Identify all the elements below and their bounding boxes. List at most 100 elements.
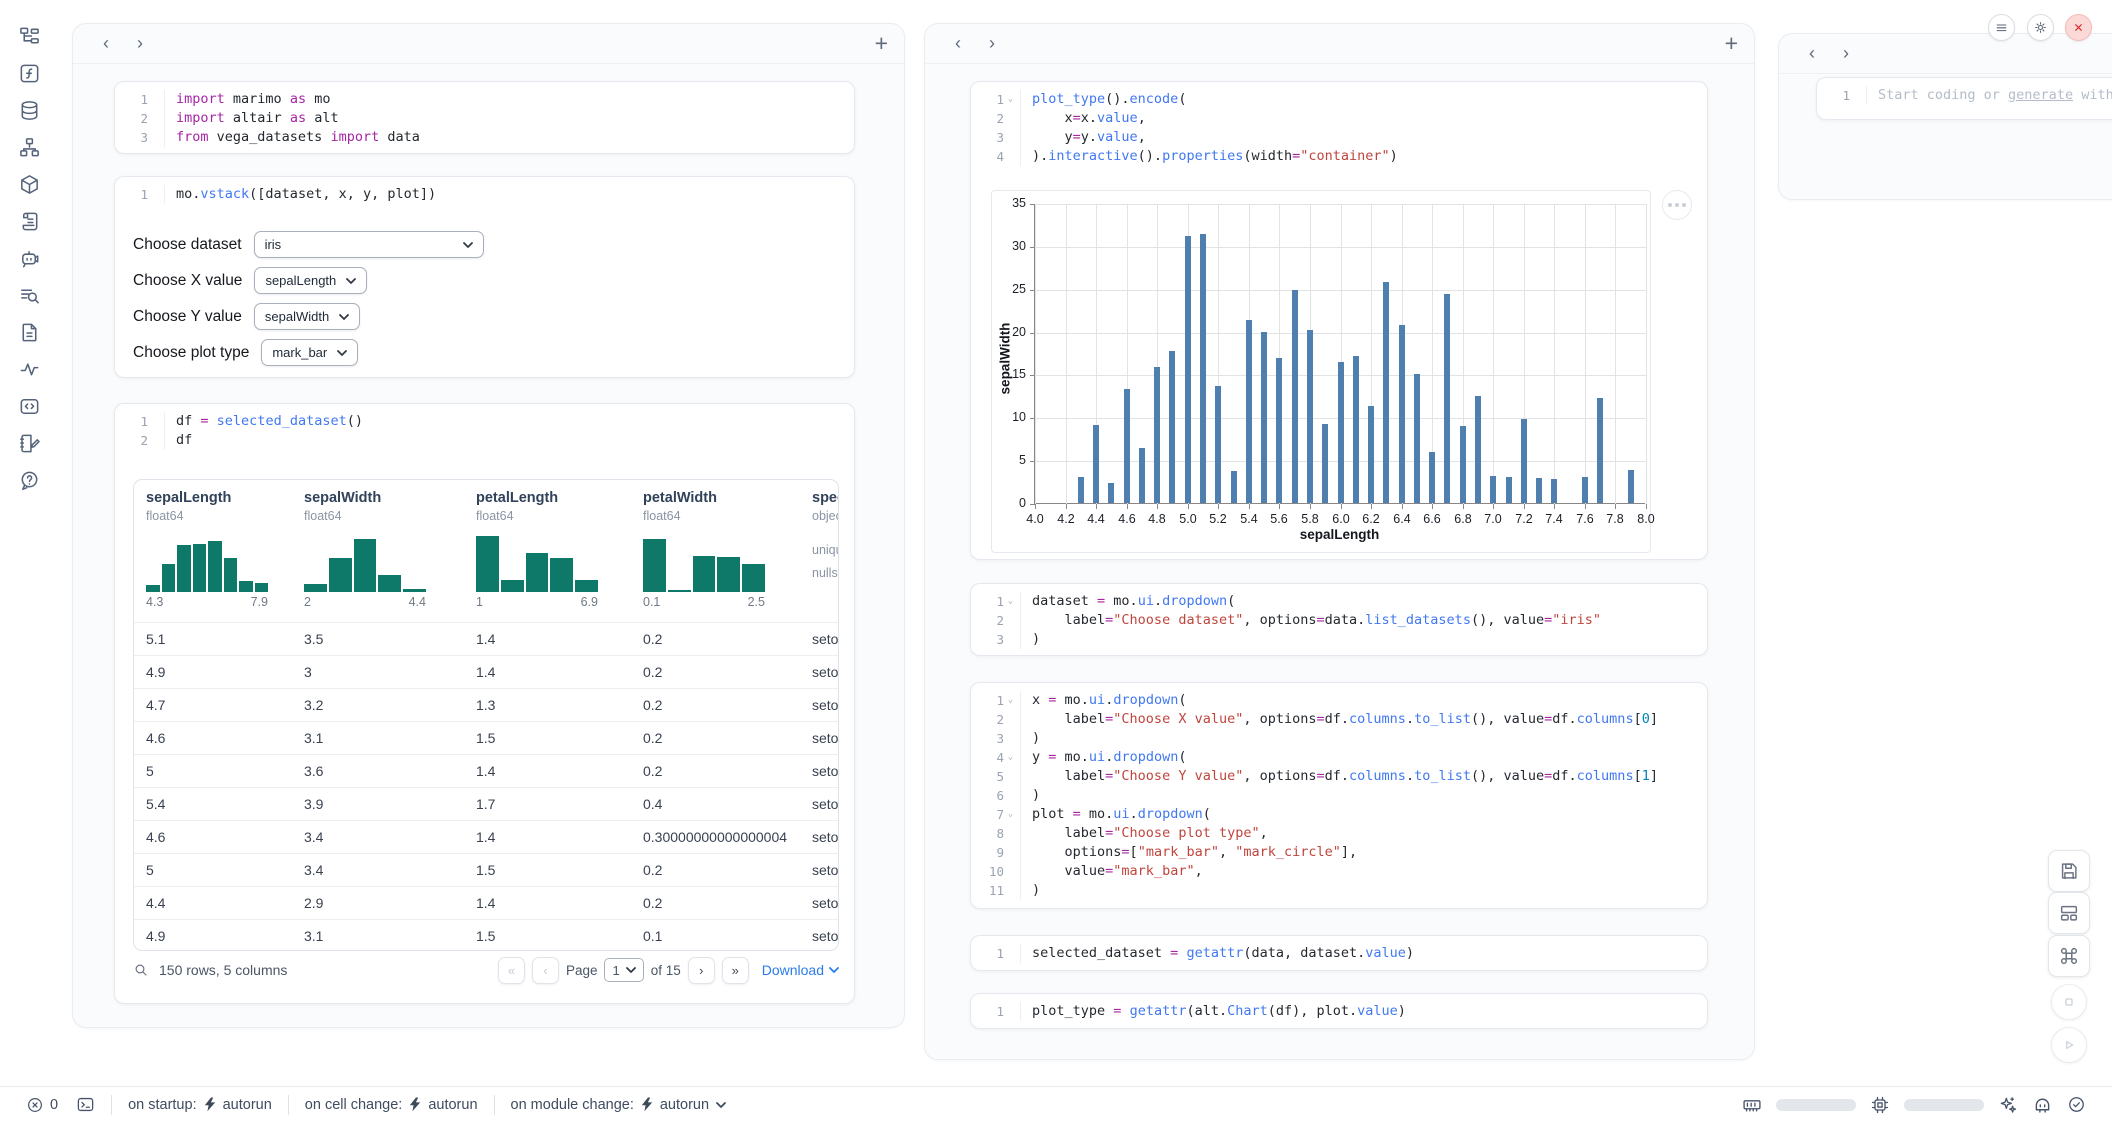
save-button[interactable] bbox=[2048, 850, 2090, 892]
datasets-database-icon[interactable] bbox=[17, 98, 41, 122]
y-tick-label: 35 bbox=[992, 196, 1026, 210]
column-next-button[interactable]: › bbox=[1829, 40, 1863, 68]
chart-bar bbox=[1460, 426, 1466, 503]
connected-check-icon[interactable] bbox=[2067, 1095, 2086, 1114]
run-mode-1[interactable]: on startup:autorun bbox=[128, 1097, 272, 1113]
help-question-icon[interactable] bbox=[17, 468, 41, 492]
cell-new-empty[interactable]: 1 Start coding or generate with bbox=[1816, 77, 2112, 120]
chart-bar bbox=[1139, 448, 1145, 503]
gutter: 2 bbox=[971, 710, 1021, 729]
chevron-down-icon bbox=[463, 242, 473, 248]
chart-bar bbox=[1521, 419, 1527, 503]
table-cell: 2.9 bbox=[292, 895, 464, 911]
table-row: 5.43.91.70.4setosa bbox=[134, 787, 838, 820]
chevron-down-icon bbox=[339, 314, 349, 320]
chart-actions-button[interactable] bbox=[1662, 190, 1692, 220]
table-cell: 4.6 bbox=[134, 829, 292, 845]
next-page-button[interactable]: › bbox=[688, 957, 715, 984]
chart-bar bbox=[1551, 479, 1557, 503]
runtime-robot-icon[interactable] bbox=[2032, 1094, 2053, 1115]
code-text: ) bbox=[1021, 630, 1040, 649]
altair-bar-chart[interactable]: 4.04.24.44.64.85.05.25.45.65.86.06.26.46… bbox=[991, 190, 1651, 553]
code-line: 8 label="Choose plot type", bbox=[971, 824, 1707, 843]
code-line: 1⌄dataset = mo.ui.dropdown( bbox=[971, 592, 1707, 611]
column-type: float64 bbox=[476, 509, 631, 523]
cell-selected-dataset[interactable]: 1selected_dataset = getattr(data, datase… bbox=[970, 935, 1708, 971]
run-all-button[interactable] bbox=[2051, 1027, 2087, 1063]
shutdown-button[interactable] bbox=[2065, 14, 2092, 41]
chart-x-axis-title: sepalLength bbox=[1034, 527, 1645, 542]
first-page-button[interactable]: « bbox=[498, 957, 525, 984]
choose-dataset-select[interactable]: iris bbox=[254, 231, 484, 258]
column-next-button[interactable]: › bbox=[975, 30, 1009, 58]
code-line: 3 y=y.value, bbox=[971, 128, 1707, 147]
stop-button[interactable] bbox=[2051, 984, 2087, 1020]
cell-vstack[interactable]: 1mo.vstack([dataset, x, y, plot]) Choose… bbox=[114, 176, 855, 378]
shortcuts-button[interactable] bbox=[2048, 935, 2090, 977]
run-mode-2[interactable]: on cell change:autorun bbox=[305, 1097, 478, 1113]
documentation-icon[interactable] bbox=[17, 320, 41, 344]
page-select[interactable]: 1 bbox=[604, 958, 643, 982]
column-prev-button[interactable]: ‹ bbox=[941, 30, 975, 58]
cell-dataframe[interactable]: 1df = selected_dataset()2df sepalLengthf… bbox=[114, 403, 855, 1004]
chart-bar bbox=[1276, 358, 1282, 503]
table-search-icon[interactable] bbox=[133, 962, 149, 978]
errors-indicator[interactable]: 0 bbox=[26, 1096, 58, 1114]
command-icon bbox=[2058, 945, 2080, 967]
x-tick bbox=[1554, 504, 1555, 509]
add-cell-button[interactable]: + bbox=[1725, 32, 1738, 55]
table-cell: 3.4 bbox=[292, 862, 464, 878]
ai-chat-bot-icon[interactable] bbox=[17, 246, 41, 270]
terminal-button[interactable] bbox=[76, 1095, 95, 1114]
add-cell-button[interactable]: + bbox=[875, 32, 888, 55]
column-prev-button[interactable]: ‹ bbox=[1795, 40, 1829, 68]
control-label: Choose X value bbox=[133, 272, 242, 290]
cell-dataset-dropdown[interactable]: 1⌄dataset = mo.ui.dropdown(2 label="Choo… bbox=[970, 583, 1708, 656]
cell-plot-type[interactable]: 1plot_type = getattr(alt.Chart(df), plot… bbox=[970, 993, 1708, 1029]
scratchpad-notebook-icon[interactable] bbox=[17, 431, 41, 455]
line-number: 1 bbox=[984, 1002, 1004, 1021]
code-text: y = mo.ui.dropdown( bbox=[1021, 748, 1187, 767]
prev-page-button[interactable]: ‹ bbox=[532, 957, 559, 984]
ai-sparkles-icon[interactable] bbox=[1998, 1095, 2018, 1115]
y-tick bbox=[1030, 375, 1035, 376]
packages-cube-icon[interactable] bbox=[17, 172, 41, 196]
table-cell: setosa bbox=[800, 862, 838, 878]
table-cell: 0.30000000000000004 bbox=[631, 829, 800, 845]
chart-bar bbox=[1078, 477, 1084, 503]
choose-plot-type-select[interactable]: mark_bar bbox=[261, 339, 358, 366]
line-number: 3 bbox=[984, 729, 1004, 748]
settings-button[interactable] bbox=[2027, 14, 2054, 41]
table-summary: 150 rows, 5 columns bbox=[159, 962, 287, 978]
download-button[interactable]: Download bbox=[762, 962, 839, 978]
selected-value: iris bbox=[265, 237, 282, 252]
line-number: 2 bbox=[128, 431, 148, 450]
functions-icon[interactable] bbox=[17, 61, 41, 85]
chart-bar bbox=[1246, 320, 1252, 503]
file-tree-icon[interactable] bbox=[17, 24, 41, 48]
cell-xy-plot-dropdowns[interactable]: 1⌄x = mo.ui.dropdown(2 label="Choose X v… bbox=[970, 682, 1708, 909]
snippets-code-icon[interactable] bbox=[17, 394, 41, 418]
last-page-button[interactable]: » bbox=[722, 957, 749, 984]
cell-imports[interactable]: 1import marimo as mo2import altair as al… bbox=[114, 81, 855, 154]
logs-scroll-icon[interactable] bbox=[17, 209, 41, 233]
choose-x-value-select[interactable]: sepalLength bbox=[254, 267, 367, 294]
menu-button[interactable] bbox=[1988, 14, 2015, 41]
tracing-activity-icon[interactable] bbox=[17, 357, 41, 381]
column-2-header: ‹ › + bbox=[925, 24, 1754, 64]
cell-chart[interactable]: 1⌄plot_type().encode(2 x=x.value,3 y=y.v… bbox=[970, 81, 1708, 560]
layout-toggle-button[interactable] bbox=[2048, 892, 2090, 934]
run-mode-3[interactable]: on module change:autorun bbox=[511, 1097, 727, 1113]
choose-y-value-select[interactable]: sepalWidth bbox=[254, 303, 360, 330]
search-list-icon[interactable] bbox=[17, 283, 41, 307]
generate-with-ai-link[interactable]: generate bbox=[2008, 87, 2073, 103]
fold-arrow-icon: ⌄ bbox=[1004, 691, 1017, 710]
dependency-graph-icon[interactable] bbox=[17, 135, 41, 159]
column-next-button[interactable]: › bbox=[123, 30, 157, 58]
column-prev-button[interactable]: ‹ bbox=[89, 30, 123, 58]
table-cell: 5.1 bbox=[134, 631, 292, 647]
chevron-down-icon bbox=[716, 1102, 726, 1108]
stop-icon bbox=[2060, 993, 2078, 1011]
x-tick-label: 6.8 bbox=[1454, 512, 1471, 526]
chart-bar bbox=[1093, 425, 1099, 503]
